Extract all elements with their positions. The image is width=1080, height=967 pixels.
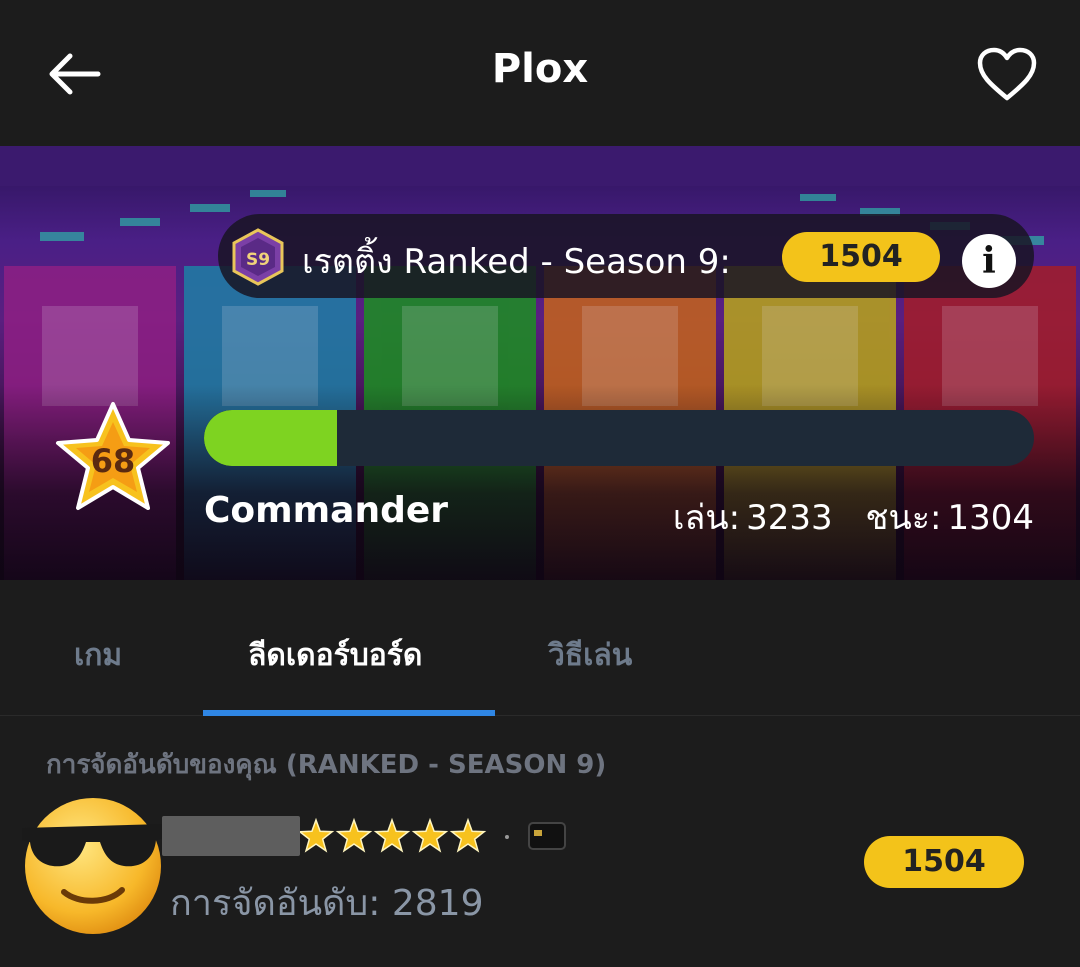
rank-star [300, 817, 335, 853]
rank-star [411, 817, 449, 853]
svg-text:S9: S9 [246, 250, 270, 270]
tab-how-to-play[interactable]: วิธีเล่น [548, 632, 632, 679]
play-stats: เล่น: 3233 ชนะ: 1304 [667, 490, 1034, 544]
rating-value-badge: 1504 [782, 232, 940, 282]
xp-progress-fill [204, 410, 337, 466]
game-banner: S9 เรตติ้ง Ranked - Season 9: 1504 i 68 … [0, 146, 1080, 580]
info-icon[interactable]: i [962, 234, 1016, 288]
rating-label: เรตติ้ง Ranked - Season 9: [302, 242, 731, 282]
my-ranking-section: การจัดอันดับของคุณ (RANKED - SEASON 9) ก… [0, 716, 1080, 967]
played-value: 3233 [746, 498, 833, 538]
played-label: เล่น: [672, 498, 741, 538]
heart-icon[interactable] [976, 46, 1038, 102]
wins-value: 1304 [947, 498, 1034, 538]
rank-position: การจัดอันดับ: 2819 [170, 874, 484, 931]
rank-label: การจัดอันดับ: [170, 883, 381, 924]
season-9-badge-icon: S9 [230, 228, 286, 286]
top-app-bar: Plox [0, 0, 1080, 146]
rank-star [373, 817, 411, 853]
xp-progress-bar [204, 410, 1034, 466]
section-title: การจัดอันดับของคุณ (RANKED - SEASON 9) [46, 750, 607, 780]
player-name-redacted [162, 816, 300, 856]
rank-star [335, 817, 373, 853]
rank-title: Commander [204, 490, 449, 531]
wins-label: ชนะ: [865, 498, 942, 538]
tab-game[interactable]: เกม [74, 632, 122, 679]
separator-dot [505, 835, 509, 839]
level-number: 68 [90, 442, 136, 480]
card-icon [528, 822, 566, 850]
page-title: Plox [491, 46, 589, 92]
rank-stars-icon [300, 817, 487, 853]
rank-value: 2819 [391, 883, 484, 924]
tab-leaderboard[interactable]: ลีดเดอร์บอร์ด [248, 632, 422, 679]
sunglasses-emoji-icon[interactable] [18, 788, 168, 938]
score-badge: 1504 [864, 836, 1024, 888]
tab-bar: เกม ลีดเดอร์บอร์ด วิธีเล่น [0, 580, 1080, 716]
rank-star [449, 817, 487, 853]
